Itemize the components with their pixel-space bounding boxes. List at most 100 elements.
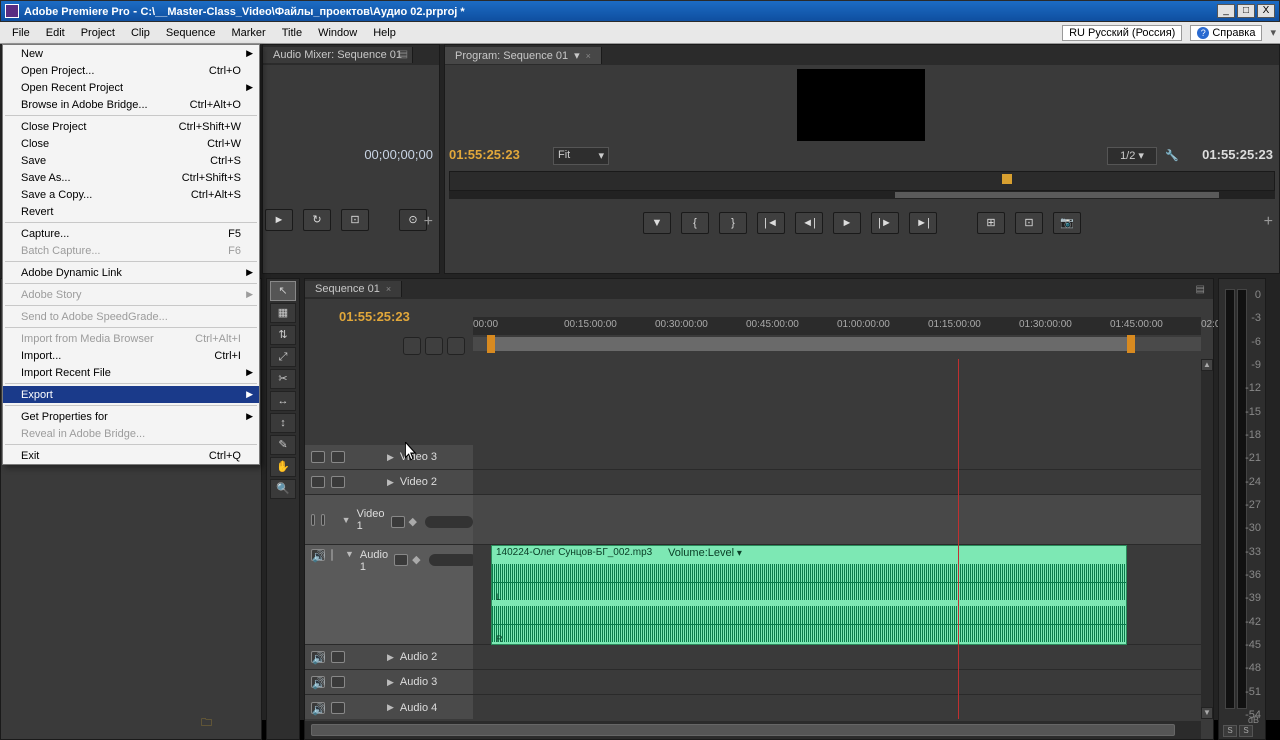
program-add-button[interactable]: +	[1264, 213, 1273, 231]
file-menu-item[interactable]: Open Recent Project▶	[3, 79, 259, 96]
menu-title[interactable]: Title	[274, 25, 310, 41]
zoom-dropdown[interactable]: 1/2 ▾	[1107, 147, 1157, 165]
timeline-vscroll[interactable]: ▲▼	[1201, 359, 1213, 719]
opacity-slider[interactable]	[425, 516, 473, 528]
timeline-hscroll[interactable]	[305, 721, 1201, 739]
work-area-handle-left[interactable]	[487, 335, 495, 353]
panel-menu-icon[interactable]: ▤	[1196, 284, 1205, 295]
file-menu-item[interactable]: Get Properties for▶	[3, 408, 259, 425]
track-head-video1[interactable]: ▼Video 1◆	[305, 495, 473, 545]
file-menu-item[interactable]: Save As...Ctrl+Shift+S	[3, 169, 259, 186]
audio-clip[interactable]: 140224-Олег Сунцов-БГ_002.mp3 Volume:Lev…	[491, 545, 1127, 645]
playhead-marker[interactable]	[1002, 174, 1012, 184]
chevron-right-icon[interactable]: ▶	[387, 702, 394, 713]
eye-icon[interactable]	[311, 451, 325, 463]
slip-tool[interactable]: ↔	[270, 391, 296, 411]
snapshot-button[interactable]: 📷	[1053, 212, 1081, 234]
scroll-thumb[interactable]	[895, 192, 1219, 198]
eye-icon[interactable]	[311, 514, 315, 526]
dropdown-icon[interactable]: ▾	[1270, 26, 1276, 39]
file-menu-item[interactable]: Import from Media BrowserCtrl+Alt+I	[3, 330, 259, 347]
sequence-tab[interactable]: Sequence 01×	[305, 281, 402, 297]
step-fwd-button[interactable]: |►	[871, 212, 899, 234]
src-add-button[interactable]: +	[424, 213, 433, 231]
close-icon[interactable]: ×	[586, 51, 591, 61]
fit-dropdown[interactable]: Fit▾	[553, 147, 609, 165]
menu-file[interactable]: File	[4, 25, 38, 41]
speaker-icon[interactable]: 🔊	[311, 549, 325, 561]
speaker-icon[interactable]: 🔊	[311, 651, 325, 663]
speaker-icon[interactable]: 🔊	[311, 702, 325, 714]
file-menu-item[interactable]: Reveal in Adobe Bridge...	[3, 425, 259, 442]
chevron-right-icon[interactable]: ▶	[387, 477, 394, 488]
file-menu-item[interactable]: New▶	[3, 45, 259, 62]
go-to-in-button[interactable]: |◄	[757, 212, 785, 234]
track-select-tool[interactable]: ▦	[270, 303, 296, 323]
keyframe-icon[interactable]	[391, 516, 405, 528]
close-icon[interactable]: ×	[386, 284, 391, 294]
track-head-audio3[interactable]: 🔊▶Audio 3	[305, 670, 473, 695]
program-scrub-bar[interactable]	[449, 171, 1275, 191]
track-body-video3[interactable]	[473, 445, 1201, 470]
file-menu-item[interactable]: Save a Copy...Ctrl+Alt+S	[3, 186, 259, 203]
chevron-right-icon[interactable]: ▶	[387, 652, 394, 663]
file-menu-item[interactable]: Import...Ctrl+I	[3, 347, 259, 364]
chevron-right-icon[interactable]: ▶	[387, 452, 394, 463]
program-timecode-current[interactable]: 01:55:25:23	[449, 147, 520, 162]
chevron-down-icon[interactable]: ▼	[345, 549, 354, 559]
pen-tool[interactable]: ✎	[270, 435, 296, 455]
timeline-timecode[interactable]: 01:55:25:23	[339, 309, 410, 324]
lock-icon[interactable]	[331, 676, 345, 688]
timeline-ruler[interactable]: 00:0000:15:00:0000:30:00:0000:45:00:0001…	[473, 317, 1201, 335]
file-menu-item[interactable]: ExitCtrl+Q	[3, 447, 259, 464]
lock-icon[interactable]	[331, 451, 345, 463]
play-button[interactable]: ►	[833, 212, 861, 234]
volume-slider[interactable]	[429, 554, 477, 566]
src-play-button[interactable]: ►	[265, 209, 293, 231]
file-menu-item[interactable]: Export▶	[3, 386, 259, 403]
solo-right-button[interactable]: S	[1239, 725, 1253, 737]
go-to-out-button[interactable]: ►|	[909, 212, 937, 234]
menu-window[interactable]: Window	[310, 25, 365, 41]
file-menu-item[interactable]: SaveCtrl+S	[3, 152, 259, 169]
slide-tool[interactable]: ↕	[270, 413, 296, 433]
out-point-button[interactable]: }	[719, 212, 747, 234]
file-menu-item[interactable]: Browse in Adobe Bridge...Ctrl+Alt+O	[3, 96, 259, 113]
keyframe-diamond-icon[interactable]: ◆	[412, 553, 420, 566]
src-loop-button[interactable]: ↻	[303, 209, 331, 231]
marker-button[interactable]	[425, 337, 443, 355]
chevron-right-icon[interactable]: ▶	[387, 677, 394, 688]
track-head-video2[interactable]: ▶Video 2	[305, 470, 473, 495]
src-record-button[interactable]: ⊡	[341, 209, 369, 231]
lock-icon[interactable]	[331, 651, 345, 663]
file-menu-item[interactable]: Batch Capture...F6	[3, 242, 259, 259]
lock-icon[interactable]	[321, 514, 325, 526]
speaker-icon[interactable]: 🔊	[311, 676, 325, 688]
work-area-bar[interactable]	[491, 337, 1129, 351]
new-bin-icon[interactable]: 🗀	[201, 714, 212, 733]
ripple-tool[interactable]: ⇅	[270, 325, 296, 345]
menu-help[interactable]: Help	[365, 25, 404, 41]
rolling-tool[interactable]: ⤢	[270, 347, 296, 367]
close-button[interactable]: X	[1257, 4, 1275, 18]
marker-button[interactable]: ▼	[643, 212, 671, 234]
file-menu-item[interactable]: CloseCtrl+W	[3, 135, 259, 152]
eye-icon[interactable]	[311, 476, 325, 488]
hand-tool[interactable]: ✋	[270, 457, 296, 477]
snap-button[interactable]	[403, 337, 421, 355]
lock-icon[interactable]	[331, 549, 333, 561]
track-body-video2[interactable]	[473, 470, 1201, 495]
track-head-audio1[interactable]: 🔊▼Audio 1◆	[305, 545, 473, 645]
track-body-video1[interactable]	[473, 495, 1201, 545]
lock-icon[interactable]	[331, 702, 345, 714]
program-viewer[interactable]	[797, 69, 925, 141]
track-body-audio4[interactable]	[473, 695, 1201, 719]
file-menu-item[interactable]: Adobe Story▶	[3, 286, 259, 303]
settings-button[interactable]	[447, 337, 465, 355]
keyframe-icon[interactable]	[394, 554, 408, 566]
file-menu-item[interactable]: Import Recent File▶	[3, 364, 259, 381]
menu-sequence[interactable]: Sequence	[158, 25, 224, 41]
hscroll-thumb[interactable]	[311, 724, 1175, 736]
track-body-audio1[interactable]: 140224-Олег Сунцов-БГ_002.mp3 Volume:Lev…	[473, 545, 1201, 645]
maximize-button[interactable]: □	[1237, 4, 1255, 18]
